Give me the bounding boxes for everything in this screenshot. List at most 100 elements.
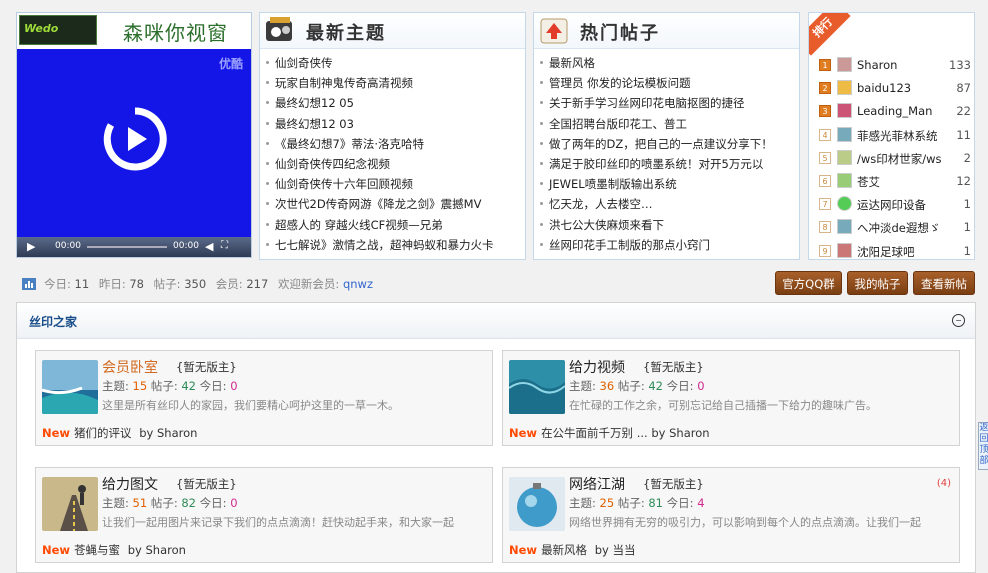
rank-number: 9 — [819, 244, 831, 257]
today-label: 今日: — [44, 277, 71, 291]
last-post-link[interactable]: 猪们的评议 — [74, 426, 132, 440]
new-member-link[interactable]: qnwz — [343, 277, 373, 291]
board-last-post: New 猪们的评议 by Sharon — [42, 425, 197, 441]
rank-row[interactable]: 9 沈阳足球吧 1 — [817, 241, 971, 260]
posts-count: 42 — [181, 379, 196, 393]
video-header: Wedo 森咪你视窗 — [17, 13, 251, 47]
topic-link[interactable]: 七七解说》激情之战，超神蚂蚁和暴力火卡 — [266, 235, 521, 255]
board-stats: 主题: 36 帖子: 42 今日: 0 — [569, 378, 705, 394]
rank-row[interactable]: 2 baidu123 87 — [817, 78, 971, 101]
post-link[interactable]: 全国招聘台版印花工、普工 — [540, 114, 795, 134]
play-icon[interactable] — [103, 107, 167, 171]
ranking-list: 1 Sharon 133 2 baidu123 87 3 Leading_Man 22 4菲… — [817, 55, 971, 260]
my-posts-button[interactable]: 我的帖子 — [847, 271, 908, 295]
back-to-top-tab[interactable]: 返回顶部 — [978, 422, 988, 470]
posts-label: 帖子: — [150, 379, 178, 393]
rank-row[interactable]: 3 Leading_Man 22 — [817, 101, 971, 124]
last-post-link[interactable]: 在公牛面前千万别 ... — [541, 426, 648, 440]
topic-link[interactable]: 仙剑奇侠传 — [266, 53, 521, 73]
topic-link[interactable]: 仙剑奇侠传十六年回顾视频 — [266, 174, 521, 194]
topics-label: 主题: — [569, 496, 596, 510]
rank-user-name[interactable]: /ws印材世家/ws — [857, 151, 947, 167]
today-label: 今日: — [666, 379, 694, 393]
post-link[interactable]: 做了两年的DZ，把自己的一点建议分享下！ — [540, 134, 795, 154]
rank-user-name[interactable]: baidu123 — [857, 81, 947, 95]
posts-count: 42 — [648, 379, 663, 393]
today-posts-badge: (4) — [936, 478, 951, 489]
post-link[interactable]: 忆天龙，人去楼空… — [540, 194, 795, 214]
rank-row[interactable]: 6 苍艾 12 — [817, 171, 971, 194]
topic-link[interactable]: 最终幻想12 03 — [266, 114, 521, 134]
last-post-author[interactable]: by Sharon — [128, 543, 186, 557]
board-name[interactable]: 给力图文 — [102, 474, 158, 494]
hot-posts-list: 最新风格 管理员 你发的论坛模板问题 关于新手学习丝网印花电脑抠图的捷径 全国招… — [540, 53, 795, 255]
time-current: 00:00 — [55, 241, 81, 251]
avatar — [837, 219, 852, 235]
topic-link[interactable]: 最终幻想12 05 — [266, 93, 521, 113]
view-new-posts-button[interactable]: 查看新帖 — [913, 271, 975, 295]
rank-user-name[interactable]: 苍艾 — [857, 174, 947, 190]
topic-link[interactable]: 《最终幻想7》蒂法·洛克哈特 — [266, 134, 521, 154]
board-thumbnail[interactable] — [42, 477, 98, 531]
rank-row[interactable]: 8 へ冲淡de遐想ゞ 1 — [817, 217, 971, 240]
play-control-icon[interactable]: ▶ — [27, 240, 35, 253]
board-thumbnail[interactable] — [42, 360, 98, 414]
last-post-link[interactable]: 苍蝇与蜜 — [74, 543, 120, 557]
rank-user-name[interactable]: へ冲淡de遐想ゞ — [857, 220, 947, 236]
board-name[interactable]: 网络江湖 — [569, 474, 625, 494]
topic-link[interactable]: 玩家自制神鬼传奇高清视频 — [266, 73, 521, 93]
post-link[interactable]: 满足于胶印丝印的喷墨系统！对开5万元以 — [540, 154, 795, 174]
post-link[interactable]: 洪七公大侠麻烦来看下 — [540, 215, 795, 235]
progress-bar[interactable] — [87, 246, 167, 248]
post-link[interactable]: 丝网印花手工制版的那点小窍门 — [540, 235, 795, 255]
latest-topics-header: 最新主题 — [260, 13, 525, 49]
rank-user-name[interactable]: 沈阳足球吧 — [857, 244, 947, 260]
rank-user-name[interactable]: Sharon — [857, 58, 947, 72]
rank-count: 2 — [963, 150, 971, 165]
collapse-icon[interactable]: − — [952, 314, 965, 327]
last-post-link[interactable]: 最新风格 — [541, 543, 587, 557]
post-link[interactable]: 管理员 你发的论坛模板问题 — [540, 73, 795, 93]
last-post-author[interactable]: by Sharon — [651, 426, 709, 440]
members-label: 会员: — [215, 277, 243, 291]
board-thumbnail[interactable] — [509, 477, 565, 531]
post-link[interactable]: 关于新手学习丝网印花电脑抠图的捷径 — [540, 93, 795, 113]
rank-row[interactable]: 5/ws印材世家/ws 2 — [817, 148, 971, 171]
topic-link[interactable]: 次世代2D传奇网游《降龙之剑》震撼MV — [266, 194, 521, 214]
board-moderator: {暂无版主} — [176, 477, 237, 491]
site-logo[interactable]: Wedo — [19, 15, 97, 45]
volume-icon[interactable]: ◀ — [205, 240, 213, 253]
rank-number: 8 — [819, 221, 831, 234]
rank-count: 11 — [956, 127, 971, 142]
posts-label: 帖子: — [617, 379, 645, 393]
board-last-post: New 最新风格 by 当当 — [509, 542, 635, 558]
video-player-screen[interactable]: 优酷 — [17, 49, 251, 237]
rank-user-name[interactable]: Leading_Man — [857, 104, 947, 118]
video-panel: Wedo 森咪你视窗 优酷 ▶ 00:00 00:00 ◀ ⛶ — [16, 12, 252, 258]
today-label: 今日: — [199, 496, 227, 510]
avatar — [837, 57, 852, 72]
board-name[interactable]: 给力视频 — [569, 357, 625, 377]
rank-user-name[interactable]: 菲感光菲林系统 — [857, 128, 947, 144]
rank-user-name[interactable]: 运达网印设备 — [857, 197, 947, 213]
post-link[interactable]: JEWEL喷墨制版输出系统 — [540, 174, 795, 194]
topic-link[interactable]: 超感人的 穿越火线CF视频—兄弟 — [266, 215, 521, 235]
last-post-author[interactable]: by 当当 — [595, 543, 636, 557]
welcome-label: 欢迎新会员: — [277, 277, 340, 291]
last-post-author[interactable]: by Sharon — [139, 426, 197, 440]
fullscreen-icon[interactable]: ⛶ — [221, 240, 228, 251]
members-count: 217 — [246, 277, 269, 291]
topic-link[interactable]: 仙剑奇侠传四纪念视频 — [266, 154, 521, 174]
rank-row[interactable]: 4 菲感光菲林系统 11 — [817, 125, 971, 148]
board-thumbnail[interactable] — [509, 360, 565, 414]
category-title[interactable]: 丝印之家 — [29, 313, 77, 330]
board-name[interactable]: 会员卧室 — [102, 357, 158, 377]
chat-board-icon — [266, 17, 292, 41]
rank-row[interactable]: 7 运达网印设备 1 — [817, 194, 971, 217]
qq-group-button[interactable]: 官方QQ群 — [775, 271, 842, 295]
post-link[interactable]: 最新风格 — [540, 53, 795, 73]
rank-row[interactable]: 1 Sharon 133 — [817, 55, 971, 78]
forum-category: 丝印之家 − 会员卧室 {暂无版主} 主题: 15 帖子: 42 今日: 0 这… — [16, 302, 976, 573]
today-count: 4 — [697, 496, 705, 510]
rank-count: 12 — [956, 173, 971, 188]
